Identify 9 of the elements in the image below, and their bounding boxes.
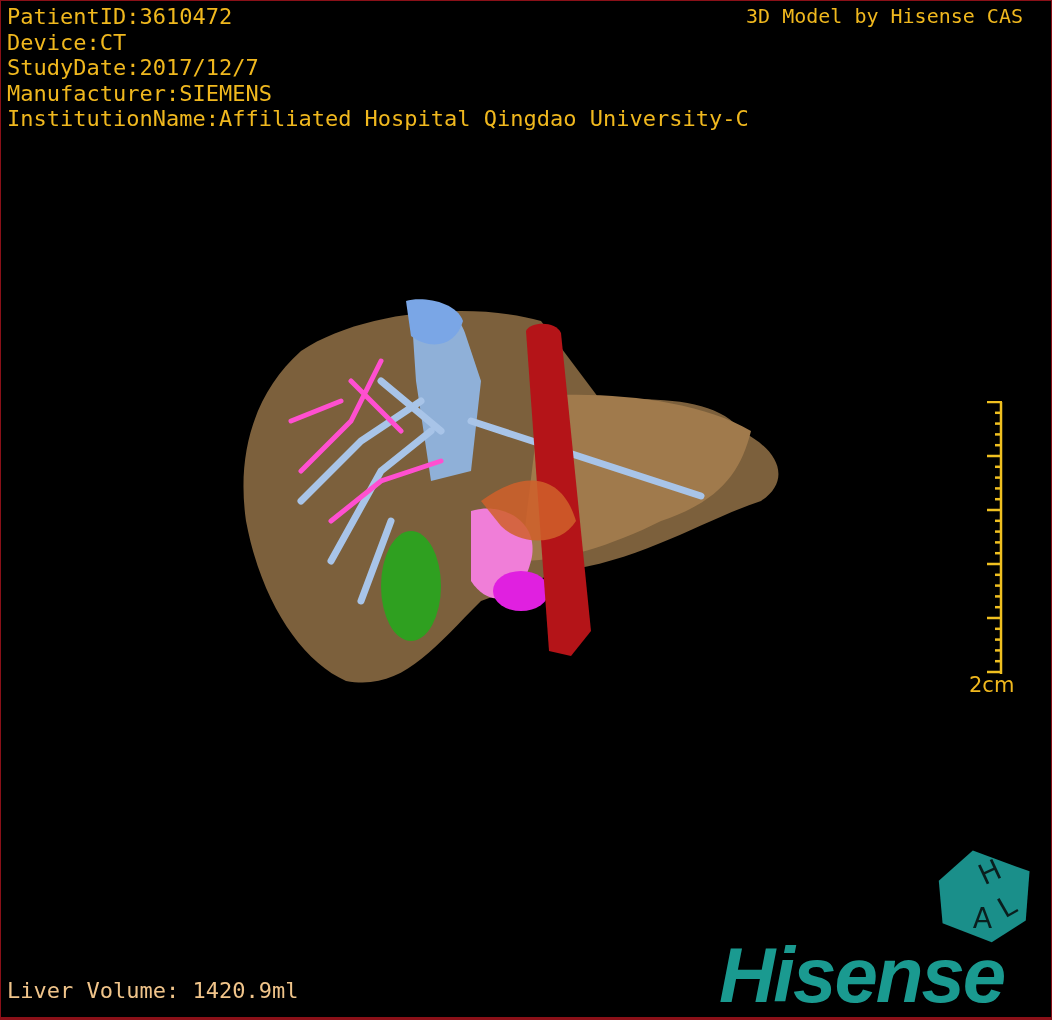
study-info-text: Manufacturer:SIEMENS [7,80,273,106]
study-info-text: Device:CT [7,29,128,55]
liver-volume-text: Liver Volume: 1420.9ml [7,978,299,1003]
study-info-text: StudyDate:2017/12/7 [7,55,260,81]
credit-text: 3D Model by Hisense CAS [746,4,1023,30]
study-info-text: PatientID:3610472 [7,4,234,30]
scale-label: 2cm [969,673,1015,697]
study-info-text: InstitutionName:Affiliated Hospital Qingdao University-C [7,106,749,132]
brand-logo: Hisense [719,935,1005,1015]
